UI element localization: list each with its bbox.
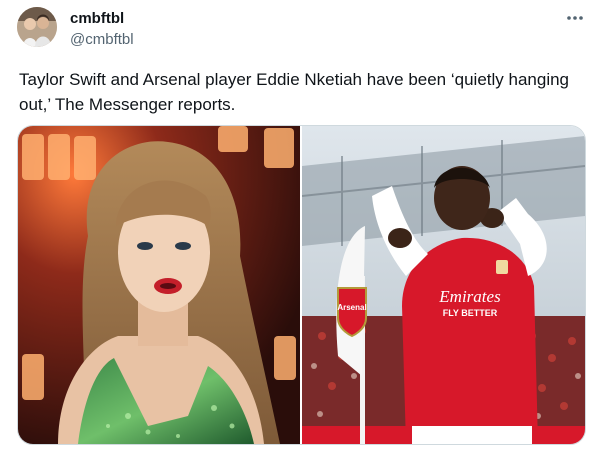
performer-image [18,126,300,444]
author-avatar[interactable] [17,7,57,47]
author-name[interactable]: cmbftbl [70,10,124,27]
avatar-image [17,7,57,47]
crest-label: Arsenal [337,303,366,312]
more-options-button[interactable] [562,10,588,26]
media-grid: Arsenal Emirates FLY BETTER [17,125,586,445]
photo-footballer[interactable]: Arsenal Emirates FLY BETTER [302,126,585,444]
tweet-card[interactable]: cmbftbl @cmbftbl Taylor Swift and Arsena… [0,0,605,454]
author-handle[interactable]: @cmbftbl [70,31,134,48]
footballer-image: Arsenal Emirates FLY BETTER [302,126,585,444]
tweet-text: Taylor Swift and Arsenal player Eddie Nk… [19,70,570,114]
shirt-sponsor-line2: FLY BETTER [443,308,498,318]
shirt-sponsor: Emirates [438,287,501,306]
photo-performer[interactable] [18,126,300,444]
ellipsis-icon [567,16,583,20]
